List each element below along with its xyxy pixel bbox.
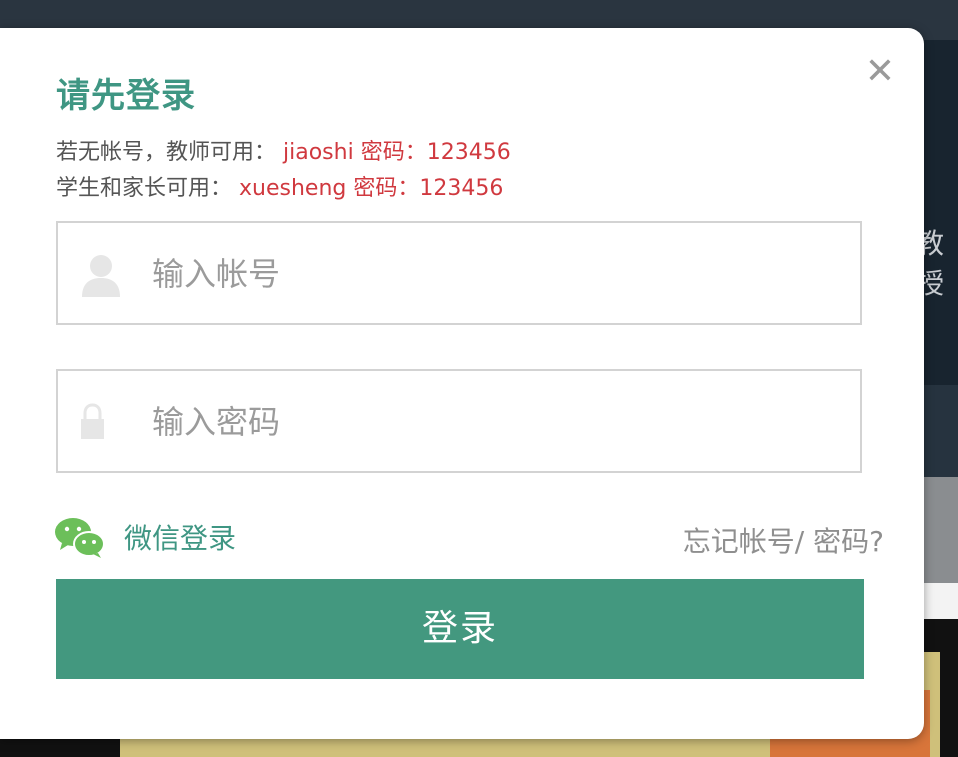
close-icon[interactable]: ✕ [862,54,898,90]
hint-teacher-password: 密码：123456 [360,140,511,165]
user-icon [80,253,122,297]
modal-title: 请先登录 [56,76,196,116]
login-button[interactable]: 登录 [56,579,864,679]
hint-teacher-prefix: 若无帐号，教师可用： [56,140,277,165]
hint-student-password: 密码：123456 [353,176,504,201]
wechat-login-button[interactable]: 微信登录 [54,514,236,560]
forgot-password-link[interactable]: 忘记帐号/ 密码? [683,520,884,560]
password-input[interactable] [150,391,844,453]
wechat-login-label: 微信登录 [124,522,237,555]
username-field[interactable] [56,221,862,325]
wechat-icon [54,515,106,559]
hint-teacher: 若无帐号，教师可用： jiaoshi 密码：123456 [56,134,511,166]
hint-student-prefix: 学生和家长可用： [56,176,233,201]
hint-student: 学生和家长可用： xuesheng 密码：123456 [56,170,503,202]
lock-icon [80,401,122,445]
hint-student-account: xuesheng [239,176,347,201]
password-field[interactable] [56,369,862,473]
hint-teacher-account: jiaoshi [283,140,354,165]
username-input[interactable] [150,243,844,305]
